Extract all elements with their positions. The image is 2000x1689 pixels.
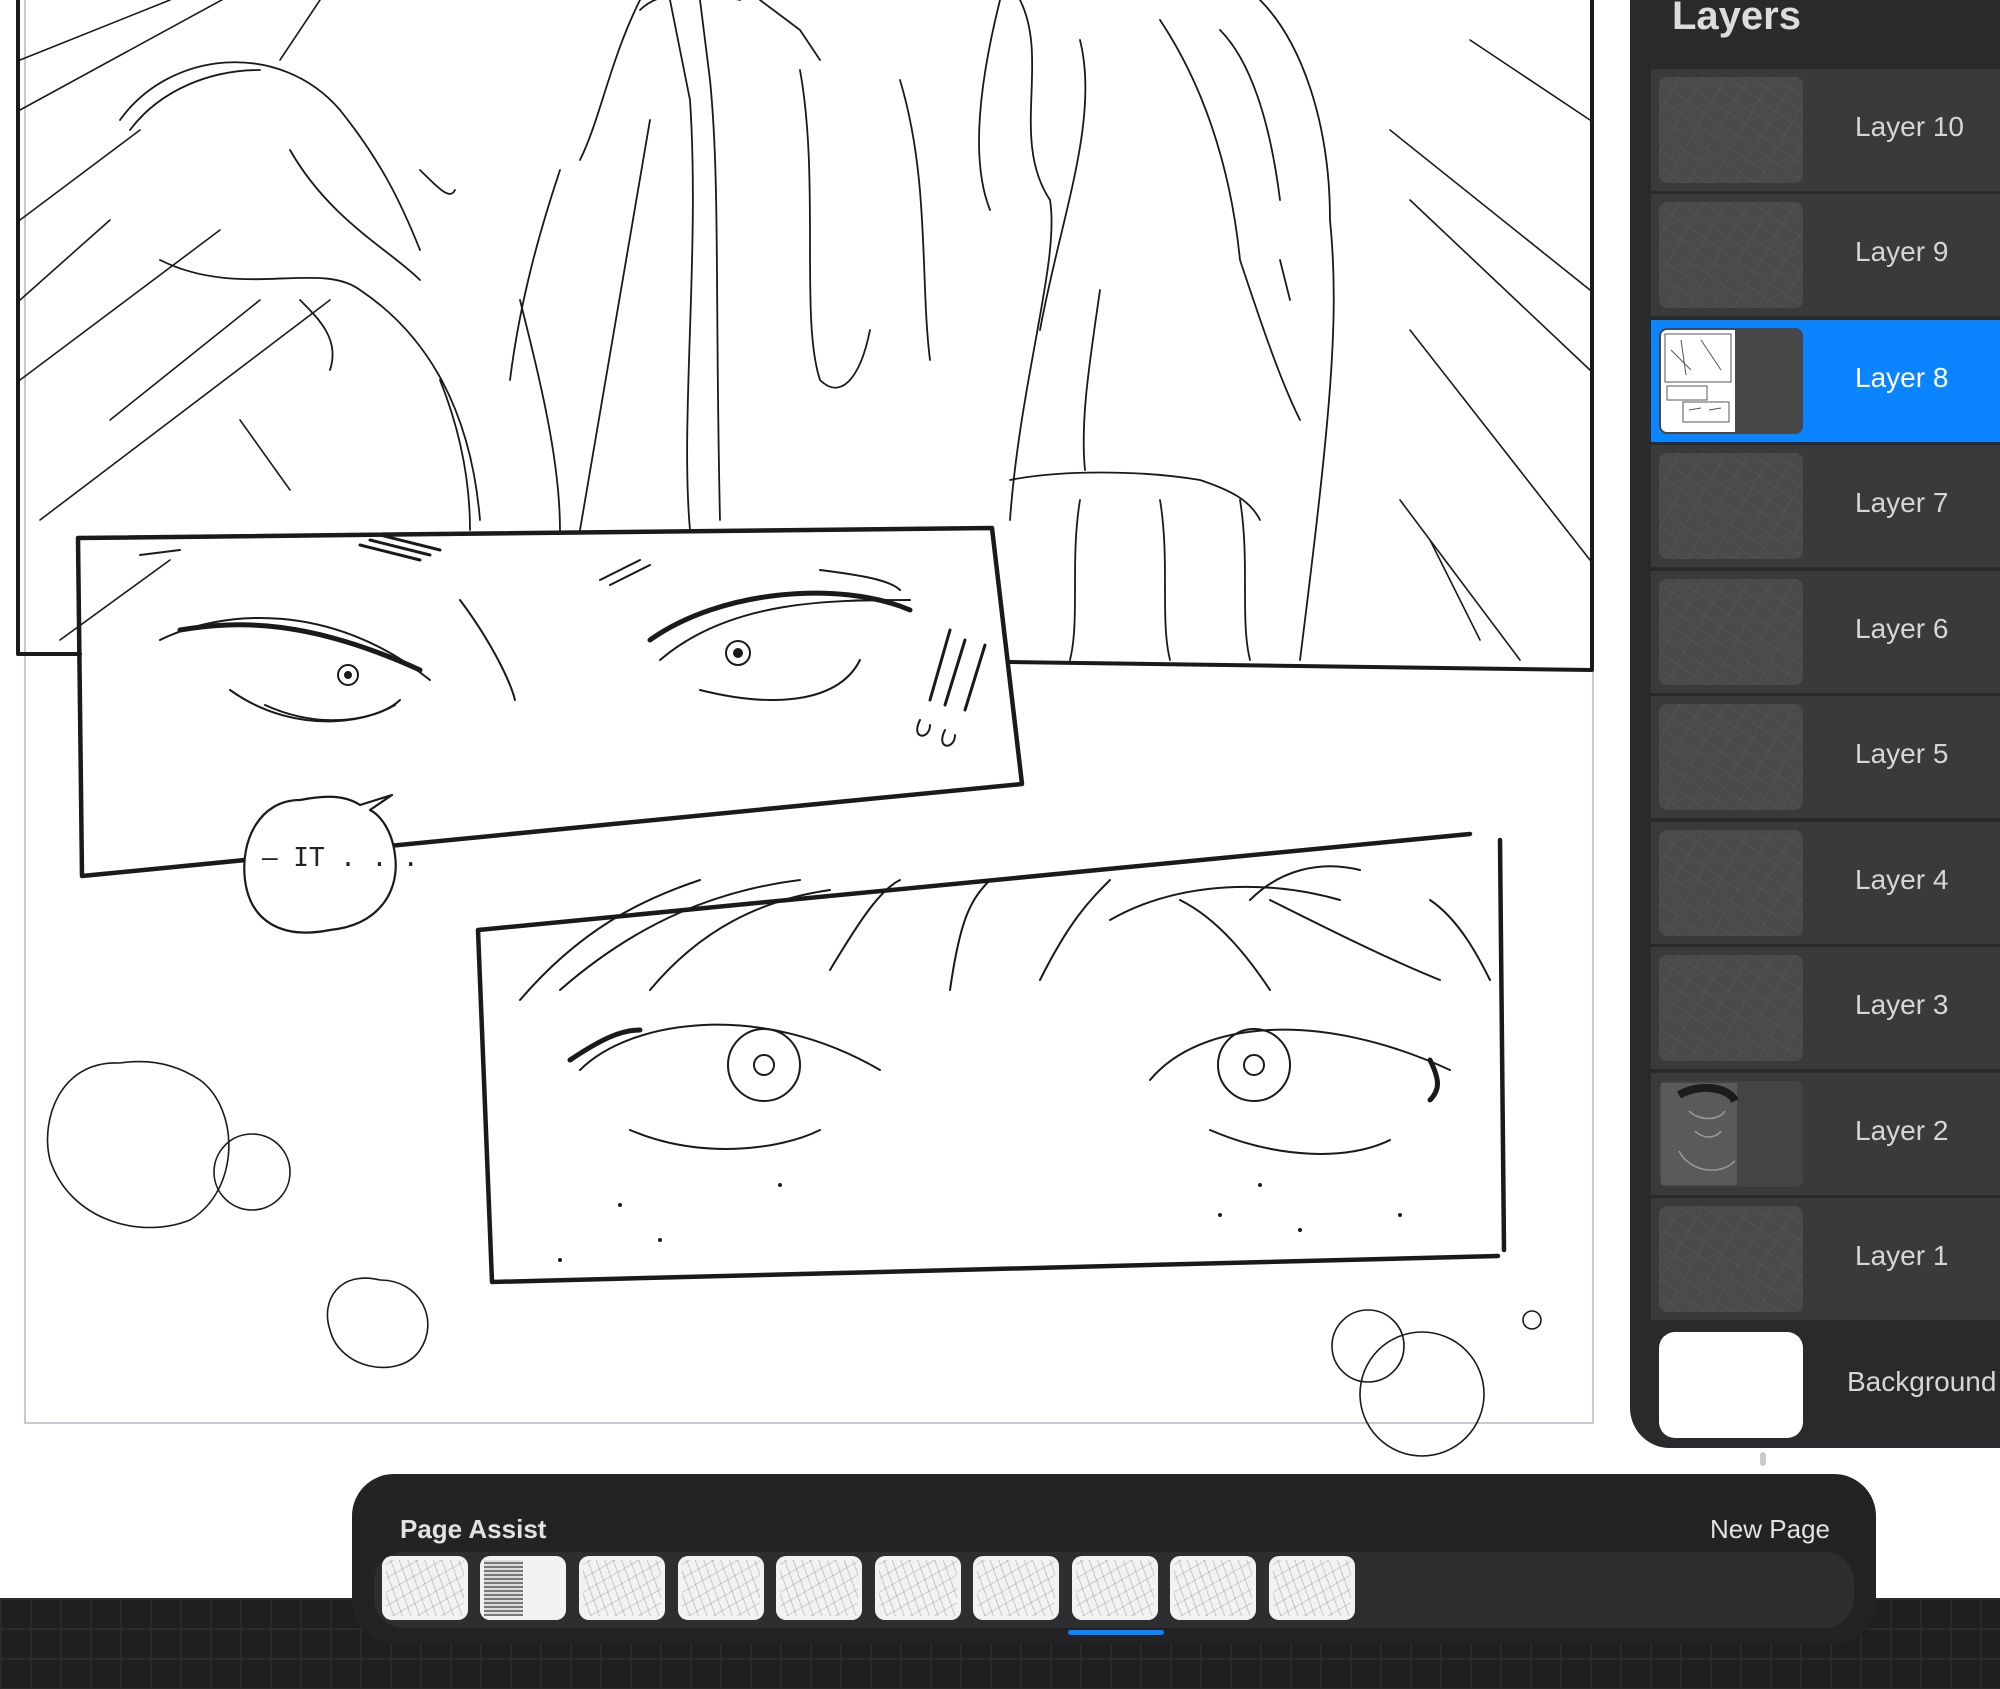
layer-thumbnail [1659, 453, 1803, 559]
layers-panel-title: Layers [1672, 0, 1801, 38]
page-thumbnail[interactable] [480, 1556, 566, 1620]
page-assist-bar: Page Assist New Page [352, 1474, 1876, 1644]
background-color-swatch[interactable] [1659, 1332, 1803, 1438]
layer-name: Background [1847, 1366, 1997, 1397]
layer-name: Layer 10 [1855, 111, 1964, 142]
layer-thumbnail [1659, 328, 1803, 434]
layer-thumbnail [1659, 77, 1803, 183]
layer-name: Layer 6 [1855, 613, 1949, 644]
page-thumbnail-selected[interactable] [1072, 1556, 1158, 1620]
layer-thumbnail [1659, 1206, 1803, 1312]
page-thumbnail[interactable] [1170, 1556, 1256, 1620]
layer-row-2[interactable]: Layer 2 [1651, 1073, 2000, 1195]
selected-page-indicator [1068, 1630, 1164, 1635]
layer-row-3[interactable]: Layer 3 [1651, 947, 2000, 1069]
layer-name: Layer 7 [1855, 487, 1949, 518]
layer-row-4[interactable]: Layer 4 [1651, 822, 2000, 944]
page-thumbnail[interactable] [678, 1556, 764, 1620]
layer-thumbnail-page [1661, 330, 1735, 432]
page-thumbnail[interactable] [382, 1556, 468, 1620]
layer-thumbnail [1659, 955, 1803, 1061]
layer-thumbnail [1659, 830, 1803, 936]
layer-name: Layer 9 [1855, 236, 1949, 267]
layer-row-6[interactable]: Layer 6 [1651, 571, 2000, 693]
manga-sketch: — IT . . . [16, 0, 1594, 1457]
page-thumbnail[interactable] [875, 1556, 961, 1620]
layer-thumbnail [1659, 704, 1803, 810]
speech-bubble-text: — IT . . . [262, 843, 419, 873]
layer-name: Layer 1 [1855, 1240, 1949, 1271]
panel-drag-handle[interactable] [1760, 1452, 1766, 1466]
page-assist-title: Page Assist [400, 1514, 547, 1544]
layer-thumbnail [1659, 202, 1803, 308]
layer-thumbnail [1659, 579, 1803, 685]
page-thumbnail[interactable] [973, 1556, 1059, 1620]
layer-row-5[interactable]: Layer 5 [1651, 696, 2000, 818]
layer-name: Layer 3 [1855, 989, 1949, 1020]
layer-name: Layer 2 [1855, 1115, 1949, 1146]
layer-row-9[interactable]: Layer 9 [1651, 194, 2000, 316]
layer-row-background[interactable]: Background [1651, 1324, 2000, 1446]
layer-name: Layer 5 [1855, 738, 1949, 769]
layer-name: Layer 8 [1855, 362, 1949, 393]
new-page-button[interactable]: New Page [1710, 1514, 1830, 1545]
layer-thumbnail [1659, 1081, 1803, 1187]
layer-row-10[interactable]: Layer 10 [1651, 69, 2000, 191]
page-thumbnail[interactable] [1269, 1556, 1355, 1620]
layer-row-7[interactable]: Layer 7 [1651, 445, 2000, 567]
layer-row-8[interactable]: Layer 8 [1651, 320, 2000, 442]
page-thumbnail[interactable] [776, 1556, 862, 1620]
layer-name: Layer 4 [1855, 864, 1949, 895]
page-thumbnail[interactable] [579, 1556, 665, 1620]
layer-row-1[interactable]: Layer 1 [1651, 1198, 2000, 1320]
